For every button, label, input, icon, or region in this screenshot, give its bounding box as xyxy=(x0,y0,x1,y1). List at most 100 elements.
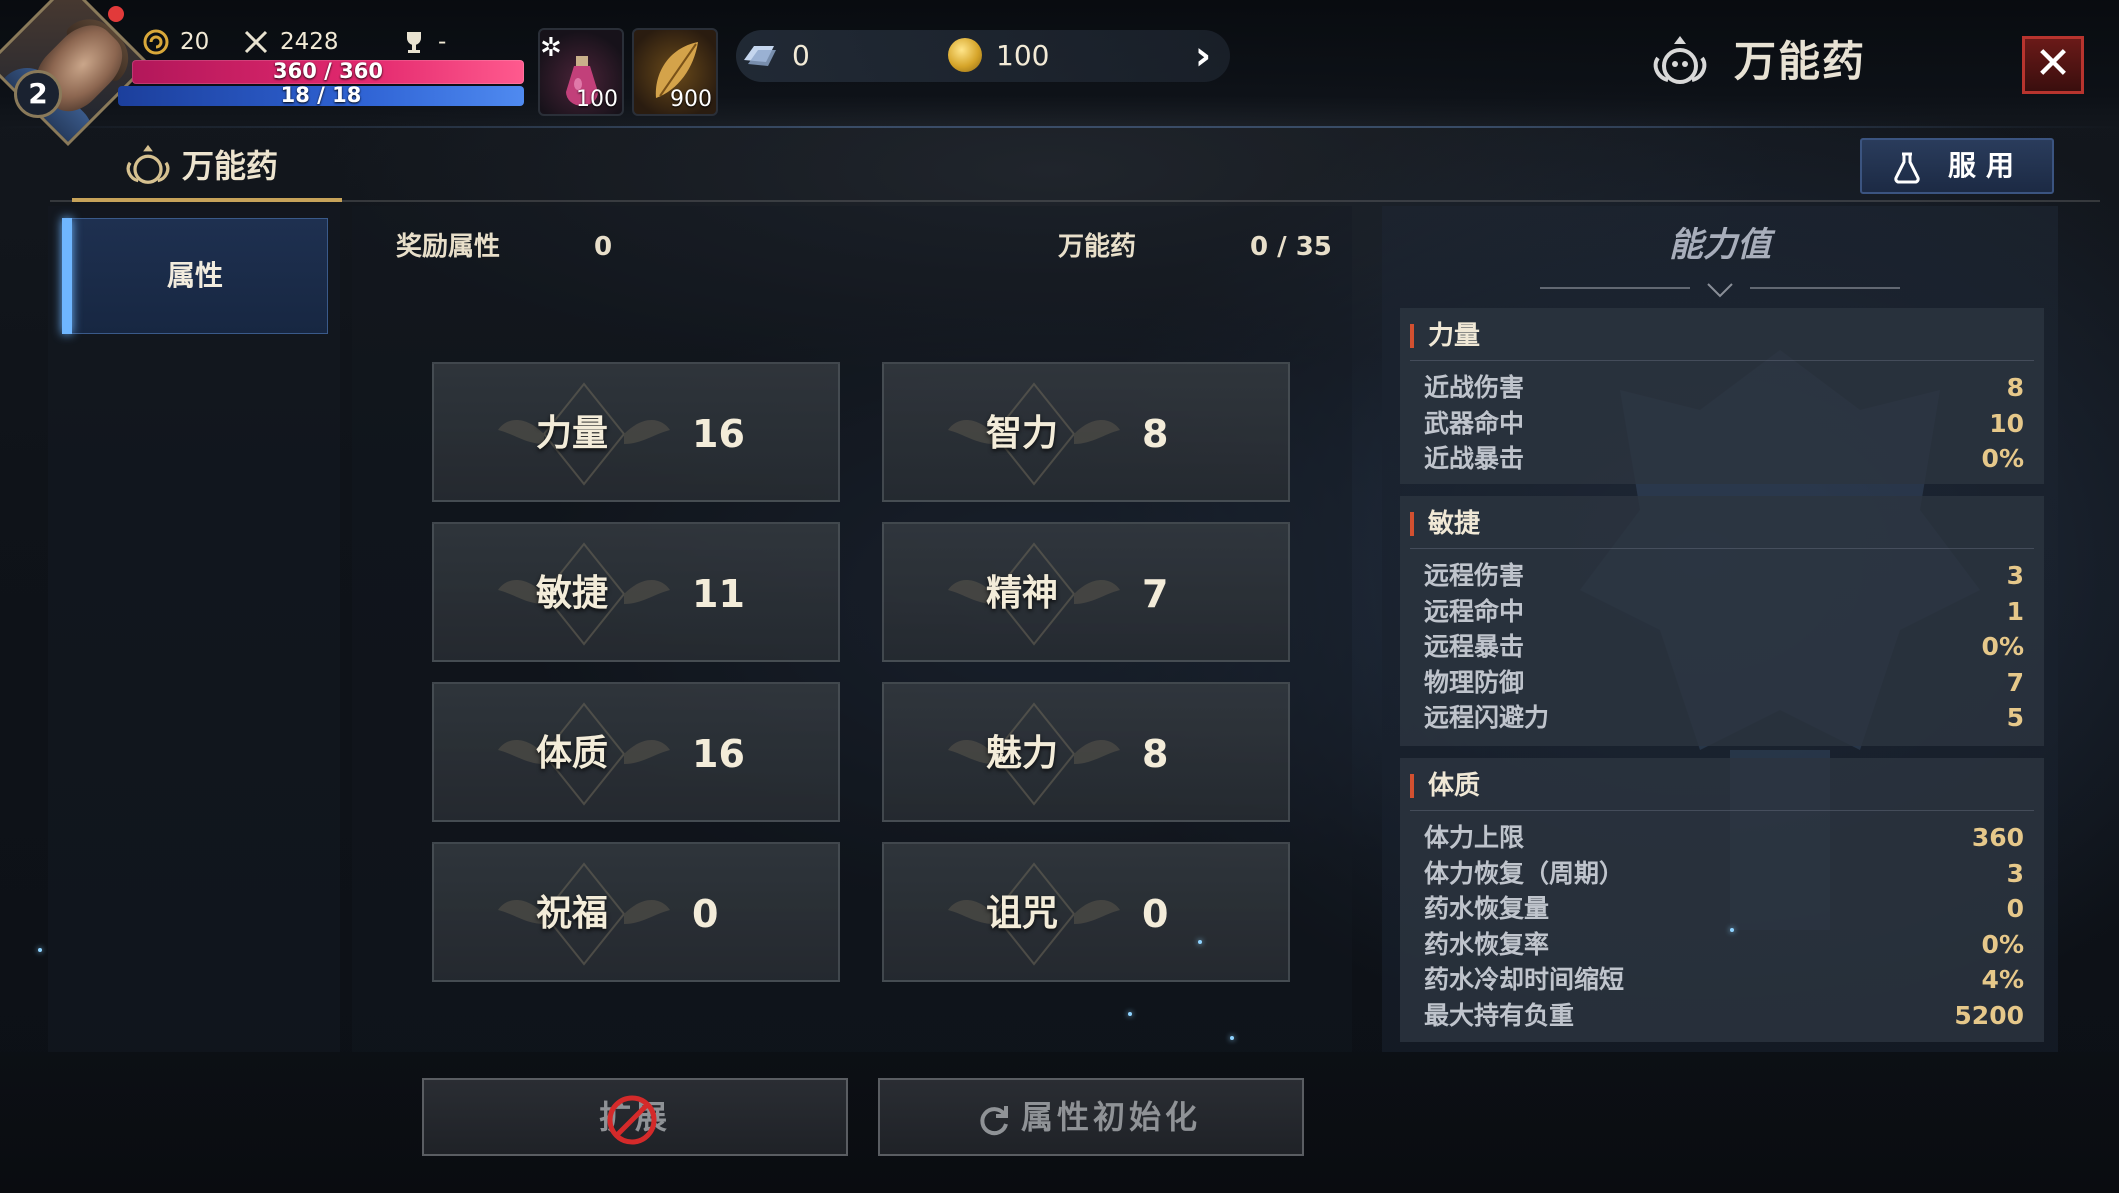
combat-power: 2428 xyxy=(242,22,339,62)
stat-card[interactable]: 诅咒 0 xyxy=(882,842,1290,982)
stat-name: 体质 xyxy=(536,733,609,774)
ability-value: 0 xyxy=(2006,894,2024,924)
ability-value: 3 xyxy=(2006,858,2024,888)
stat-value: 11 xyxy=(692,572,745,616)
ability-row: 远程闪避力 5 xyxy=(1424,700,2024,736)
stat-card[interactable]: 体质 16 xyxy=(432,682,840,822)
close-button[interactable]: ✕ xyxy=(2022,36,2084,94)
feather-slot[interactable]: 900 xyxy=(632,28,718,116)
elixir-emblem-icon xyxy=(1653,36,1707,84)
stat-value: 16 xyxy=(692,412,745,456)
ability-label: 远程闪避力 xyxy=(1424,703,1550,733)
trophy-icon xyxy=(407,32,421,53)
flask-icon xyxy=(1894,152,1920,184)
section-accent xyxy=(1410,512,1414,536)
gear-icon[interactable]: ✲ xyxy=(540,34,568,62)
ability-label: 远程伤害 xyxy=(1424,561,1525,590)
ability-label: 体力上限 xyxy=(1424,823,1525,852)
section-title: 力量 xyxy=(1428,321,1481,351)
trophy-value: - xyxy=(438,29,447,55)
ability-row: 物理防御 7 xyxy=(1424,665,2024,701)
swirl-coin-icon xyxy=(143,29,169,55)
stat-name: 敏捷 xyxy=(536,573,609,614)
chevron-right-icon[interactable]: › xyxy=(1186,34,1220,78)
currency-a-value: 20 xyxy=(180,29,210,55)
use-button-label: 服用 xyxy=(1948,149,2025,182)
stat-card[interactable]: 力量 16 xyxy=(432,362,840,502)
stat-card[interactable]: 精神 7 xyxy=(882,522,1290,662)
ability-value: 8 xyxy=(2006,373,2024,402)
ability-value: 3 xyxy=(2006,561,2024,590)
gem-value: 0 xyxy=(792,39,810,72)
ability-label: 物理防御 xyxy=(1424,667,1525,697)
section-accent xyxy=(1410,324,1414,348)
stat-value: 0 xyxy=(1142,892,1169,936)
expand-button[interactable]: 扩展 xyxy=(422,1078,848,1156)
use-button[interactable]: 服用 xyxy=(1860,138,2054,194)
ability-row: 最大持有负重 5200 xyxy=(1424,998,2024,1034)
stat-name: 智力 xyxy=(986,413,1059,454)
ability-row: 近战伤害 8 xyxy=(1424,370,2024,406)
ability-section: 力量 近战伤害 8 武器命中 10 近战暴击 0% xyxy=(1400,308,2044,484)
gem-icon xyxy=(744,46,776,66)
sparkle xyxy=(1230,1036,1234,1040)
stat-name: 诅咒 xyxy=(986,893,1059,934)
section-rule xyxy=(1410,810,2034,811)
subheader-rule xyxy=(50,200,2100,202)
elixir-tab-icon xyxy=(126,144,170,184)
ability-value: 5200 xyxy=(1954,1001,2024,1030)
ability-value: 5 xyxy=(2006,703,2024,733)
ability-value: 360 xyxy=(1971,823,2024,852)
section-title: 体质 xyxy=(1428,771,1481,801)
ability-value: 10 xyxy=(1989,408,2024,438)
ability-row: 武器命中 10 xyxy=(1424,406,2024,442)
stat-card[interactable]: 魅力 8 xyxy=(882,682,1290,822)
ability-value: 4% xyxy=(1981,965,2024,995)
stat-card[interactable]: 智力 8 xyxy=(882,362,1290,502)
ability-row: 体力恢复（周期） 3 xyxy=(1424,856,2024,892)
window-title: 万能药 xyxy=(1734,37,1867,86)
ability-label: 药水恢复量 xyxy=(1424,894,1550,924)
crossed-swords-icon xyxy=(244,30,268,54)
gold-coin-icon xyxy=(948,38,982,72)
combat-power-value: 2428 xyxy=(280,29,339,55)
ability-row: 远程伤害 3 xyxy=(1424,558,2024,594)
stat-card[interactable]: 敏捷 11 xyxy=(432,522,840,662)
ability-value: 0% xyxy=(1981,632,2024,662)
bonus-attr-value: 0 xyxy=(594,232,613,262)
currency-a: 20 xyxy=(142,22,209,62)
stat-name: 精神 xyxy=(986,573,1059,614)
reset-button-label: 属性初始化 xyxy=(1020,1098,1201,1136)
ability-row: 药水恢复量 0 xyxy=(1424,891,2024,927)
trophy-stat: - xyxy=(400,22,446,62)
hp-text: 360 / 360 xyxy=(273,59,383,83)
stat-name: 力量 xyxy=(536,413,609,454)
ability-row: 远程命中 1 xyxy=(1424,594,2024,630)
ability-label: 远程暴击 xyxy=(1424,632,1525,662)
ability-row: 药水恢复率 0% xyxy=(1424,927,2024,963)
ability-value: 0% xyxy=(1981,929,2024,959)
ability-label: 药水冷却时间缩短 xyxy=(1424,965,1625,995)
ability-label: 药水恢复率 xyxy=(1424,929,1550,959)
ability-label: 远程命中 xyxy=(1424,596,1525,626)
sparkle xyxy=(38,948,42,952)
ability-row: 药水冷却时间缩短 4% xyxy=(1424,962,2024,998)
stat-name: 魅力 xyxy=(986,733,1059,774)
section-rule xyxy=(1410,548,2034,549)
section-rule xyxy=(1410,360,2034,361)
ability-section: 体质体力上限 360 体力恢复（周期） 3 药水恢复量 0 药水恢复率 0% 药水冷却时间缩短 4… xyxy=(1400,758,2044,1042)
ability-label: 近战暴击 xyxy=(1424,444,1525,474)
stat-card[interactable]: 祝福 0 xyxy=(432,842,840,982)
stat-value: 7 xyxy=(1142,572,1169,616)
currency-bar xyxy=(736,30,1230,82)
mp-text: 18 / 18 xyxy=(280,83,362,107)
stat-value: 0 xyxy=(692,892,719,936)
ability-label: 近战伤害 xyxy=(1424,373,1525,402)
notification-dot xyxy=(108,6,124,22)
ability-value: 1 xyxy=(2006,596,2024,626)
tab-underline xyxy=(72,198,342,202)
sidebar-item-label: 属性 xyxy=(166,259,223,292)
reset-attributes-button[interactable]: 属性初始化 xyxy=(878,1078,1304,1156)
ability-title: 能力值 xyxy=(1669,225,1771,265)
ability-row: 远程暴击 0% xyxy=(1424,629,2024,665)
